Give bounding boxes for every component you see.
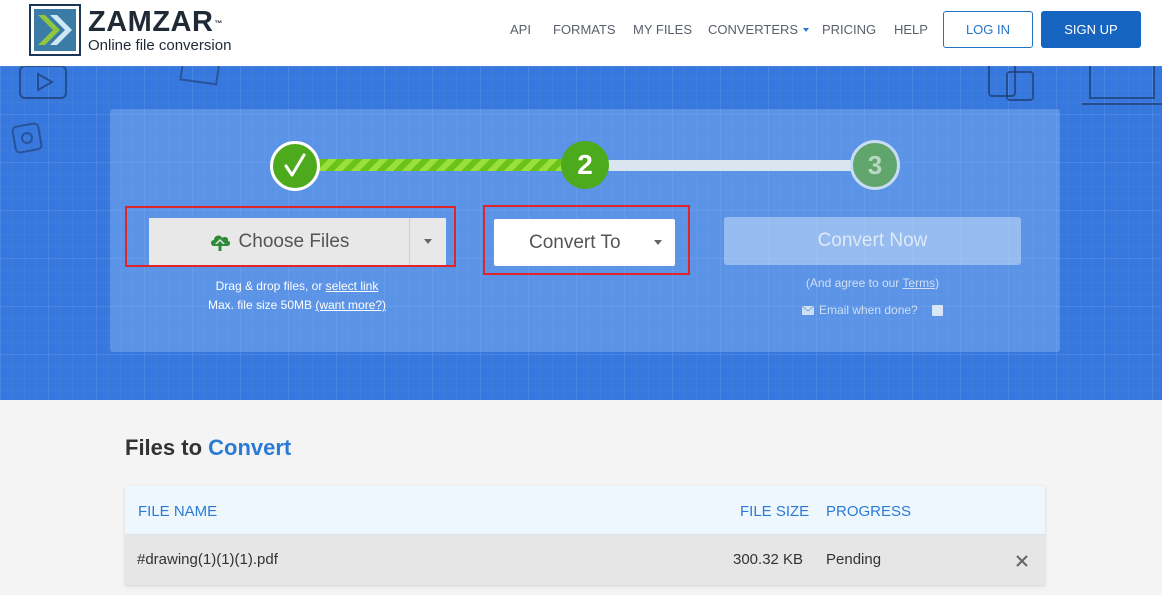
files-table: FILE NAME FILE SIZE PROGRESS #drawing(1)… xyxy=(125,486,1045,585)
top-header: ZAMZAR™ Online file conversion API FORMA… xyxy=(0,0,1162,66)
row-progress: Pending xyxy=(826,551,882,568)
column-file-size: FILE SIZE xyxy=(740,503,810,520)
drop-text: Drag & drop files, or xyxy=(215,279,326,293)
laptop-doodle-icon xyxy=(1082,66,1162,105)
signup-button[interactable]: SIGN UP xyxy=(1041,11,1141,48)
chevron-down-icon xyxy=(803,27,810,32)
email-when-done: Email when done? xyxy=(802,303,943,317)
devices-doodle-icon xyxy=(988,66,1034,101)
step-3-upcoming: 3 xyxy=(850,140,900,190)
terms-link[interactable]: Terms xyxy=(902,276,935,290)
column-file-name: FILE NAME xyxy=(138,503,218,520)
table-header: FILE NAME FILE SIZE PROGRESS xyxy=(125,486,1045,535)
select-link[interactable]: select link xyxy=(326,279,379,293)
nav-converters-label: CONVERTERS xyxy=(708,22,799,37)
row-file-name: #drawing(1)(1)(1).pdf xyxy=(137,551,278,568)
email-when-done-label: Email when done? xyxy=(819,303,918,317)
highlight-box-convert-to xyxy=(483,205,690,275)
zamzar-logo-icon xyxy=(29,4,81,56)
step-progress-complete xyxy=(318,159,563,171)
column-progress: PROGRESS xyxy=(826,503,912,520)
nav-help[interactable]: HELP xyxy=(894,22,928,38)
logo-name: ZAMZAR™ xyxy=(88,6,223,38)
nav-my-files[interactable]: MY FILES xyxy=(633,22,692,38)
files-to-convert-title: Files to Convert xyxy=(125,435,292,460)
row-file-size: 300.32 KB xyxy=(733,551,804,568)
logo-tagline: Online file conversion xyxy=(88,37,232,54)
checkmark-icon xyxy=(284,153,306,177)
login-button[interactable]: LOG IN xyxy=(943,11,1033,48)
step-progress-pending xyxy=(607,160,852,171)
video-doodle-icon xyxy=(19,66,67,99)
want-more-link[interactable]: (want more?) xyxy=(315,298,386,312)
close-icon[interactable] xyxy=(1015,554,1029,568)
nav-api[interactable]: API xyxy=(510,22,531,38)
step-2-current: 2 xyxy=(561,141,609,189)
nav-pricing[interactable]: PRICING xyxy=(822,22,876,38)
step-1-done xyxy=(270,141,320,191)
email-when-done-checkbox[interactable] xyxy=(931,304,943,316)
phone-doodle-icon xyxy=(11,122,43,154)
convert-now-button[interactable]: Convert Now xyxy=(724,217,1021,265)
max-size-text: Max. file size 50MB xyxy=(207,298,316,312)
drop-hint: Drag & drop files, or select link Max. f… xyxy=(147,277,447,315)
image-doodle-icon xyxy=(179,66,221,86)
table-row: #drawing(1)(1)(1).pdf 300.32 KB Pending xyxy=(125,535,1045,585)
envelope-icon xyxy=(802,305,814,315)
converter-hero: 2 3 Choose Files Drag & drop files, or s… xyxy=(0,66,1162,400)
nav-formats[interactable]: FORMATS xyxy=(553,22,616,38)
zamzar-logo[interactable]: ZAMZAR™ Online file conversion xyxy=(29,4,259,56)
nav-converters[interactable]: CONVERTERS xyxy=(708,22,810,38)
terms-agreement: (And agree to our Terms) xyxy=(805,276,940,290)
converter-panel: 2 3 Choose Files Drag & drop files, or s… xyxy=(110,109,1060,352)
highlight-box-choose-files xyxy=(125,206,456,267)
